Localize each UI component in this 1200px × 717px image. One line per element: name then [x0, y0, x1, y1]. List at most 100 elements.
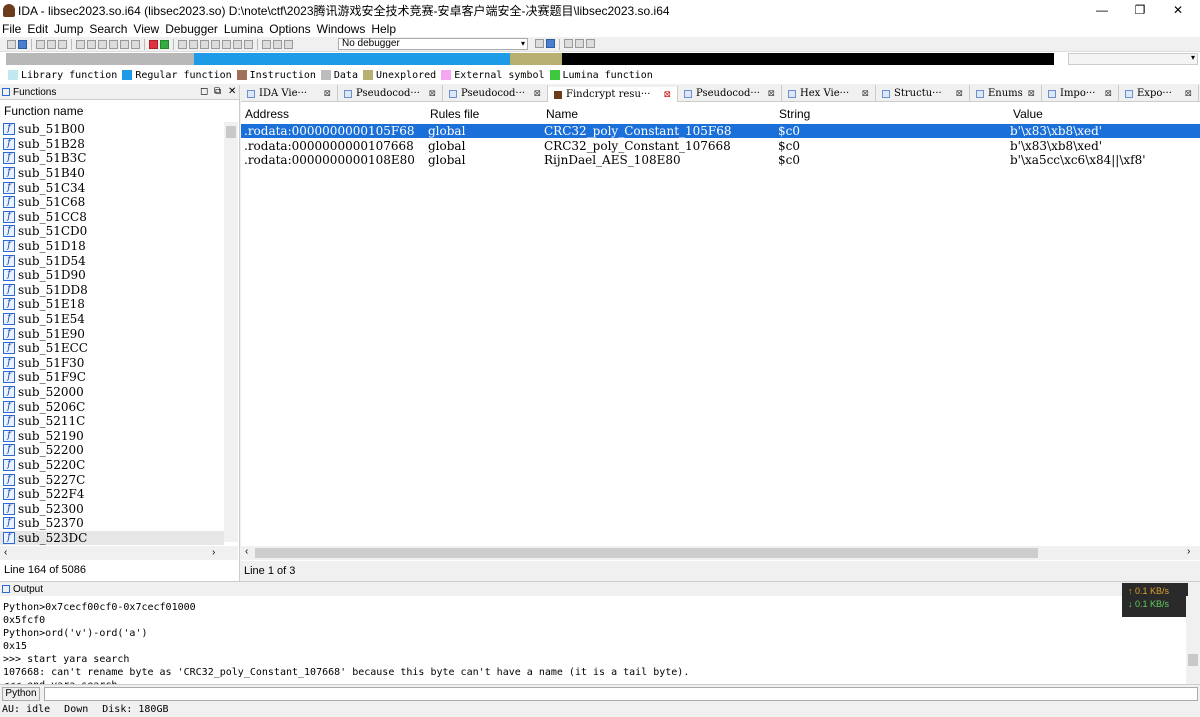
function-list-item[interactable]: f sub_51B28: [0, 137, 224, 152]
python-command-input[interactable]: [44, 687, 1198, 701]
scroll-right-icon[interactable]: ›: [1187, 546, 1190, 557]
pause-icon[interactable]: [273, 39, 282, 49]
menu-search[interactable]: Search: [89, 22, 127, 36]
tab-close-icon[interactable]: ⊠: [533, 89, 541, 99]
function-list-item[interactable]: f sub_51E54: [0, 312, 224, 327]
output-vertical-scrollbar[interactable]: [1186, 596, 1200, 684]
tab-imports[interactable]: Impo··· ⊠: [1042, 85, 1119, 102]
tab-close-icon[interactable]: ⊠: [323, 89, 331, 99]
tab-close-icon[interactable]: ⊠: [1104, 89, 1112, 99]
table-row[interactable]: .rodata:0000000000108E80 global RijnDael…: [241, 153, 1200, 167]
history-icon[interactable]: [58, 39, 67, 49]
function-icon[interactable]: [211, 39, 220, 49]
scrollbar-thumb[interactable]: [255, 548, 1038, 558]
color-icon[interactable]: [149, 39, 158, 49]
function-list-item[interactable]: f sub_51CC8: [0, 210, 224, 225]
function-list-item[interactable]: f sub_523DC: [0, 530, 224, 546]
copy-icon[interactable]: [76, 39, 85, 49]
function-list-item[interactable]: f sub_52370: [0, 516, 224, 531]
function-list-item[interactable]: f sub_51E18: [0, 297, 224, 312]
step-into-icon[interactable]: [564, 39, 573, 48]
tab-close-icon[interactable]: ⊠: [1184, 89, 1192, 99]
function-list-item[interactable]: f sub_51D90: [0, 268, 224, 283]
tab-hex-view[interactable]: Hex Vie··· ⊠: [782, 85, 876, 102]
function-list-item[interactable]: f sub_52190: [0, 428, 224, 443]
debugger-select[interactable]: No debugger ▾: [338, 38, 528, 50]
forward-icon[interactable]: [47, 39, 56, 49]
graph-icon[interactable]: [178, 39, 187, 49]
tab-close-icon[interactable]: ⊠: [861, 89, 869, 99]
save-icon[interactable]: [18, 39, 27, 49]
column-header-string[interactable]: String: [779, 107, 810, 121]
tab-pseudocode-1[interactable]: Pseudocod··· ⊠: [338, 85, 443, 102]
function-list-item[interactable]: f sub_5206C: [0, 399, 224, 414]
function-list-item[interactable]: f sub_51F9C: [0, 370, 224, 385]
function-list-item[interactable]: f sub_52000: [0, 385, 224, 400]
table-row[interactable]: .rodata:0000000000105F68 global CRC32_po…: [241, 124, 1200, 138]
xref-icon[interactable]: [222, 39, 231, 49]
nav-band-dropdown[interactable]: ▾: [1068, 53, 1198, 65]
python-language-button[interactable]: Python: [2, 687, 40, 701]
function-list-item[interactable]: f sub_51ECC: [0, 341, 224, 356]
menu-file[interactable]: File: [2, 22, 21, 36]
navigation-band[interactable]: ▾: [0, 52, 1200, 66]
tab-close-icon[interactable]: ⊠: [767, 89, 775, 99]
menu-help[interactable]: Help: [371, 22, 396, 36]
function-list-item[interactable]: f sub_51C34: [0, 180, 224, 195]
column-header-rules-file[interactable]: Rules file: [430, 107, 479, 121]
panel-restore-icon[interactable]: ⧉: [214, 86, 221, 97]
function-list-item[interactable]: f sub_51DD8: [0, 283, 224, 298]
function-list-item[interactable]: f sub_5227C: [0, 472, 224, 487]
function-list-item[interactable]: f sub_51B00: [0, 122, 224, 137]
function-list-item[interactable]: f sub_51D18: [0, 239, 224, 254]
menu-jump[interactable]: Jump: [54, 22, 83, 36]
results-horizontal-scrollbar[interactable]: ‹ ›: [241, 546, 1200, 560]
cut-icon[interactable]: [98, 39, 107, 49]
column-header-name[interactable]: Name: [546, 107, 578, 121]
column-header-value[interactable]: Value: [1013, 107, 1043, 121]
back-icon[interactable]: [36, 39, 45, 49]
edit-icon[interactable]: [233, 39, 242, 49]
tab-enums[interactable]: Enums ⊠: [970, 85, 1042, 102]
function-list-item[interactable]: f sub_51B40: [0, 166, 224, 181]
delete-icon[interactable]: [244, 39, 253, 49]
function-name-column-header[interactable]: Function name: [4, 104, 83, 118]
function-list-item[interactable]: f sub_52300: [0, 501, 224, 516]
functions-horizontal-scrollbar[interactable]: ‹ ›: [0, 546, 238, 560]
tab-pseudocode-2[interactable]: Pseudocod··· ⊠: [443, 85, 548, 102]
function-list-item[interactable]: f sub_51E90: [0, 326, 224, 341]
function-list-item[interactable]: f sub_51C68: [0, 195, 224, 210]
run-to-cursor-icon[interactable]: [575, 39, 584, 48]
function-list-item[interactable]: f sub_5211C: [0, 414, 224, 429]
menu-lumina[interactable]: Lumina: [224, 22, 263, 36]
functions-vertical-scrollbar[interactable]: [224, 122, 238, 542]
tab-close-icon[interactable]: ⊠: [955, 89, 963, 99]
navigation-strip[interactable]: [6, 53, 1054, 65]
stop-icon[interactable]: [284, 39, 293, 49]
panel-float-icon[interactable]: ◻: [200, 86, 208, 97]
navigate-icon[interactable]: [131, 39, 140, 49]
tab-exports[interactable]: Expo··· ⊠: [1119, 85, 1199, 102]
menu-edit[interactable]: Edit: [27, 22, 48, 36]
paste-icon[interactable]: [87, 39, 96, 49]
down-arrow-icon[interactable]: [120, 39, 129, 49]
run-icon[interactable]: [262, 39, 271, 49]
tab-ida-view[interactable]: IDA Vie··· ⊠: [241, 85, 338, 102]
struct-icon[interactable]: [189, 39, 198, 49]
menu-options[interactable]: Options: [269, 22, 310, 36]
scroll-left-icon[interactable]: ‹: [245, 546, 248, 557]
tab-close-icon[interactable]: ⊠: [1027, 89, 1035, 99]
menu-view[interactable]: View: [133, 22, 159, 36]
function-list-item[interactable]: f sub_51CD0: [0, 224, 224, 239]
scroll-right-icon[interactable]: ›: [212, 547, 215, 558]
scrollbar-thumb[interactable]: [226, 126, 236, 138]
scrollbar-thumb[interactable]: [1188, 654, 1198, 666]
step-over-icon[interactable]: [546, 39, 555, 48]
enum-icon[interactable]: [200, 39, 209, 49]
open-icon[interactable]: [7, 39, 16, 49]
table-row[interactable]: .rodata:0000000000107668 global CRC32_po…: [241, 139, 1200, 153]
function-list-item[interactable]: f sub_51D54: [0, 253, 224, 268]
find-icon[interactable]: [109, 39, 118, 49]
step-icon[interactable]: [535, 39, 544, 48]
function-list-item[interactable]: f sub_522F4: [0, 487, 224, 502]
